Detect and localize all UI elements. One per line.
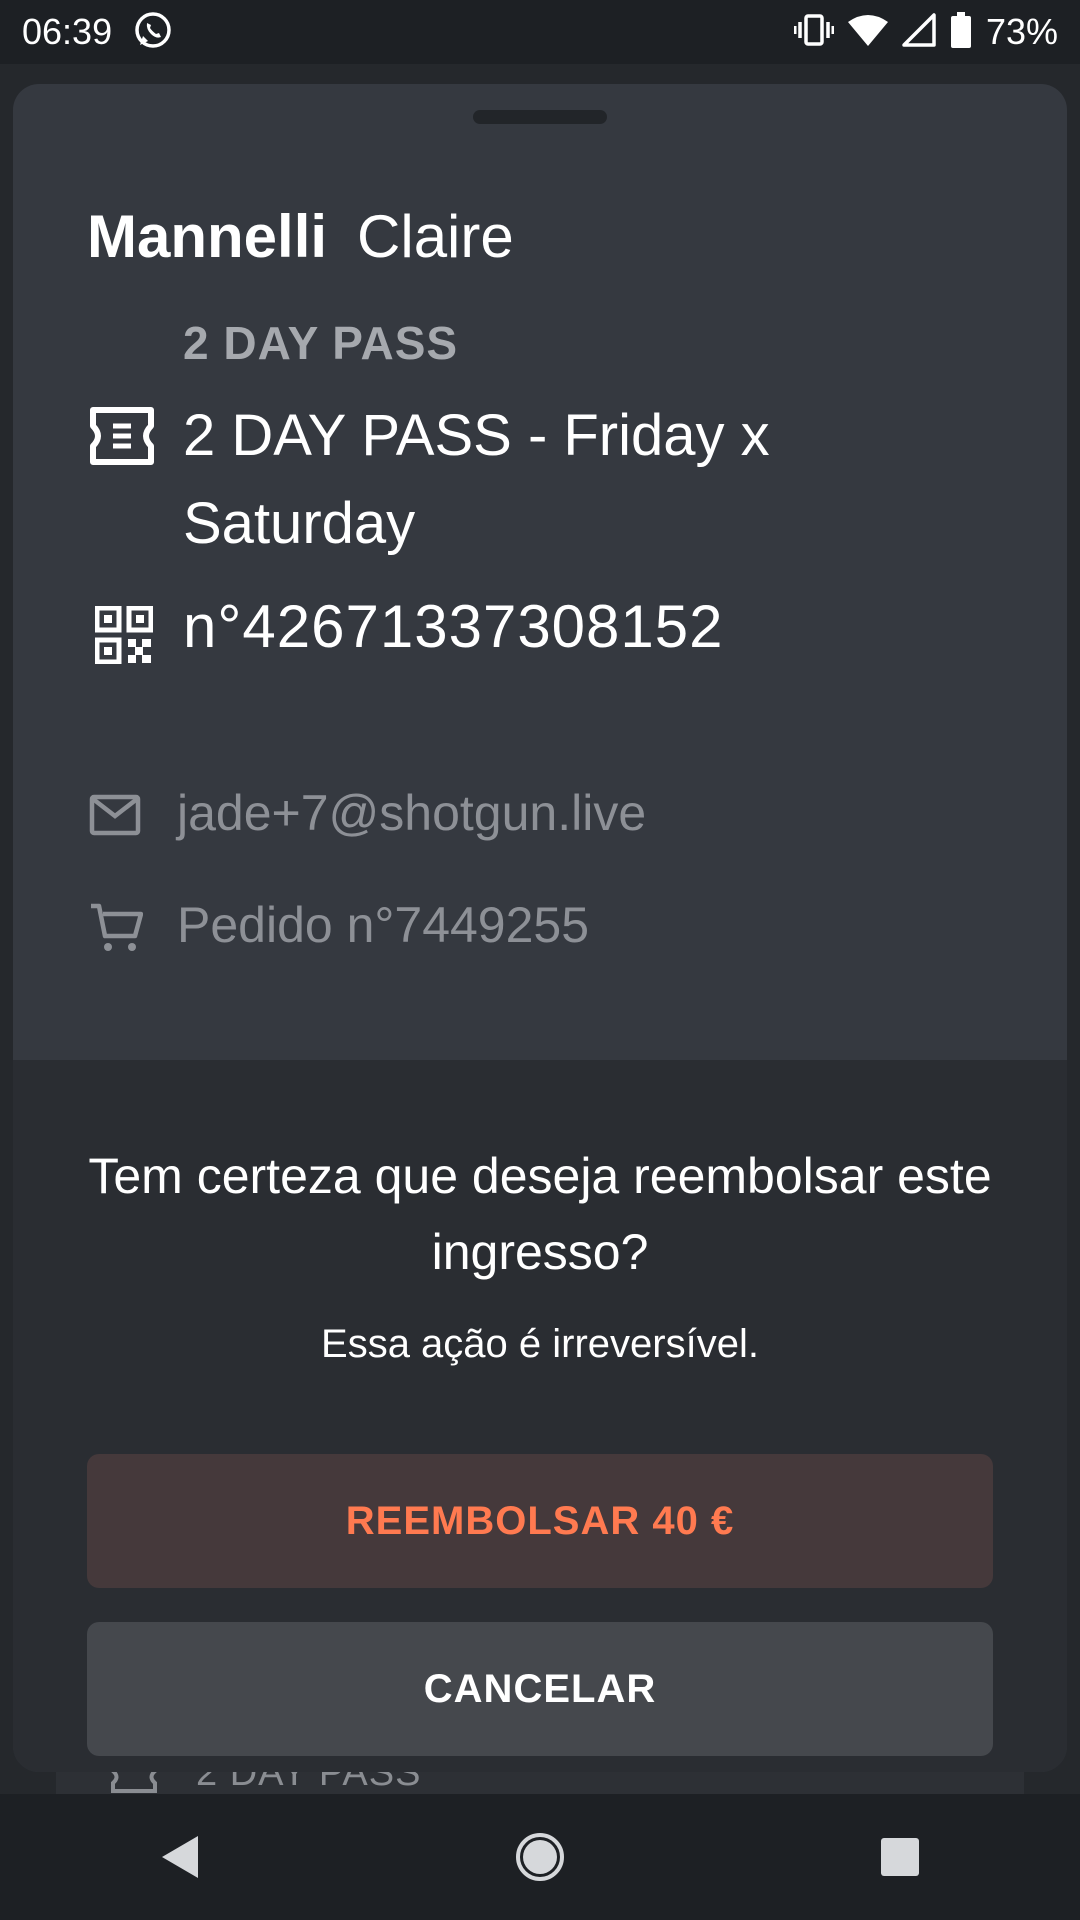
status-left: 06:39: [22, 9, 174, 56]
battery-icon: [950, 11, 972, 53]
battery-percent: 73%: [985, 11, 1058, 52]
refund-warning: Essa ação é irreversível.: [321, 1322, 759, 1366]
recents-icon[interactable]: [840, 1797, 960, 1917]
attendee-email: jade+7@shotgun.live: [177, 785, 647, 841]
refund-button[interactable]: REEMBOLSAR 40 €: [87, 1454, 993, 1588]
status-bar: 06:39 73%: [0, 0, 1080, 64]
signal-icon: [902, 12, 936, 52]
vibrate-icon: [793, 13, 835, 52]
status-time: 06:39: [22, 11, 113, 52]
ticket-bottom-sheet: Mannelli Claire 2 DAY PASS 2 DAY PASS - F…: [13, 84, 1067, 1772]
ticket-name: 2 DAY PASS - Friday x Saturday: [183, 403, 770, 556]
attendee-name: Mannelli Claire: [87, 202, 514, 271]
ticket-icon: [89, 406, 155, 471]
attendee-last-name: Mannelli: [87, 203, 328, 270]
order-number: Pedido n°7449255: [177, 897, 590, 953]
ticket-number: n°42671337308152: [183, 593, 724, 660]
back-icon[interactable]: [120, 1797, 240, 1917]
cart-icon: [89, 902, 144, 959]
wifi-icon: [847, 14, 888, 51]
qr-code-icon: [94, 605, 154, 669]
whatsapp-icon: [132, 9, 174, 56]
drag-handle[interactable]: [473, 110, 607, 124]
mail-icon: [89, 794, 141, 841]
attendee-first-name: Claire: [357, 203, 514, 270]
status-right: 73%: [793, 11, 1058, 53]
cancel-button[interactable]: CANCELAR: [87, 1622, 993, 1756]
navigation-bar: [0, 1794, 1080, 1920]
ticket-type: 2 DAY PASS: [183, 317, 459, 369]
home-icon[interactable]: [480, 1797, 600, 1917]
refund-question: Tem certeza que deseja reembolsar este i…: [88, 1148, 992, 1280]
